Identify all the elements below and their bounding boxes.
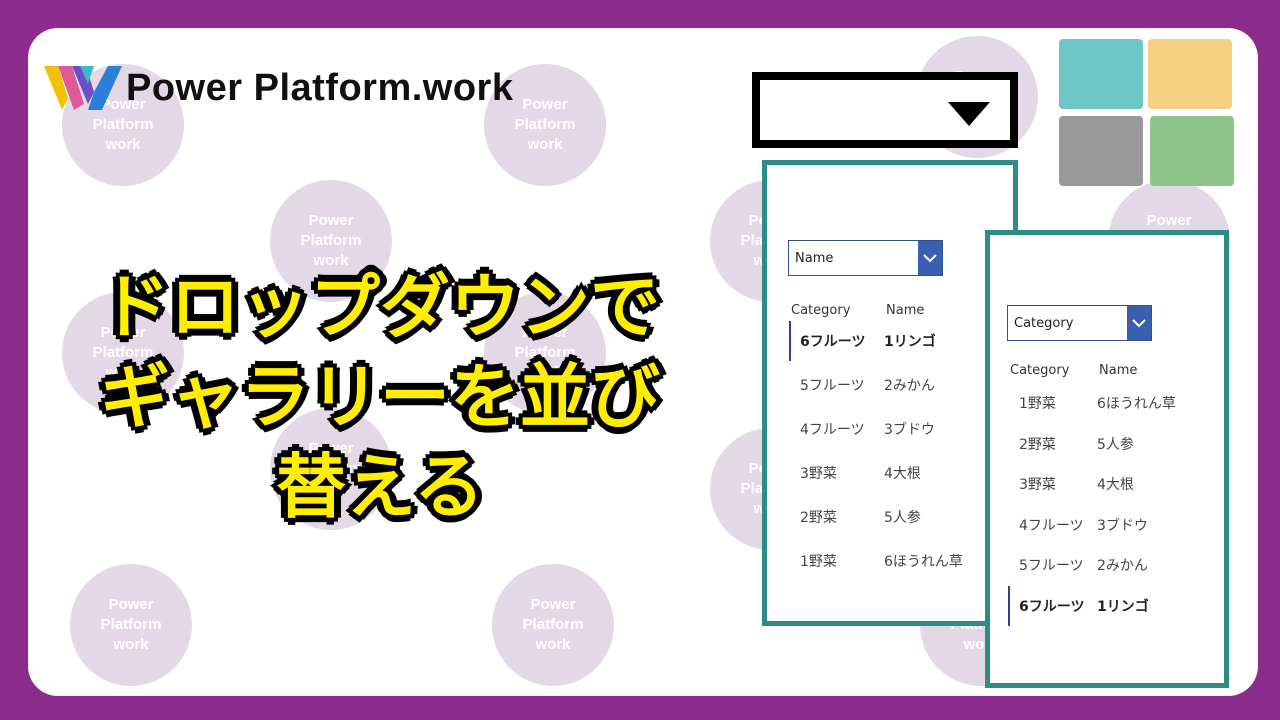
gallery-row[interactable]: 1野菜 6ほうれん草 bbox=[767, 541, 1013, 581]
gallery-row[interactable]: 3野菜 4大根 bbox=[767, 453, 1013, 493]
name-cell: 1リンゴ bbox=[884, 334, 936, 350]
category-cell: 2野菜 bbox=[800, 510, 837, 526]
sort-dropdown[interactable]: Name bbox=[788, 240, 943, 276]
sort-dropdown[interactable]: Category bbox=[1007, 305, 1152, 341]
name-cell: 3ブドウ bbox=[1097, 517, 1148, 534]
watermark-logo: Power Platform work bbox=[492, 564, 614, 686]
name-cell: 4大根 bbox=[1097, 477, 1134, 494]
gallery-row[interactable]: 2野菜 5人参 bbox=[990, 424, 1224, 464]
category-cell: 3野菜 bbox=[800, 466, 837, 482]
headline-title: ドロップダウンで ギャラリーを並び 替える bbox=[0, 262, 760, 532]
name-cell: 1リンゴ bbox=[1097, 599, 1149, 615]
name-cell: 5人参 bbox=[1097, 436, 1134, 453]
category-cell: 3野菜 bbox=[1019, 477, 1056, 494]
name-cell: 3ブドウ bbox=[884, 422, 935, 438]
column-header-category: Category bbox=[791, 303, 851, 318]
dropdown-value: Name bbox=[795, 250, 834, 266]
gallery-card-by-category: Category Category Name 1野菜 6ほうれん草 2野菜 5人参 3野… bbox=[985, 230, 1229, 688]
chevron-down-icon[interactable] bbox=[918, 241, 942, 275]
category-cell: 5フルーツ bbox=[1019, 558, 1084, 575]
headline-line-1: ドロップダウンで bbox=[98, 264, 662, 350]
dropdown-value: Category bbox=[1014, 315, 1074, 331]
triangle-down-icon bbox=[948, 102, 990, 126]
category-cell: 6フルーツ bbox=[800, 334, 866, 350]
gallery-row[interactable]: 5フルーツ 2みかん bbox=[767, 365, 1013, 405]
gallery-row[interactable]: 4フルーツ 3ブドウ bbox=[990, 505, 1224, 545]
category-cell: 4フルーツ bbox=[800, 422, 865, 438]
site-logo: Power Platform.work bbox=[44, 64, 513, 112]
category-cell: 5フルーツ bbox=[800, 378, 865, 394]
name-cell: 2みかん bbox=[1097, 558, 1148, 575]
gallery-row[interactable]: 5フルーツ 2みかん bbox=[990, 545, 1224, 585]
headline-line-2: ギャラリーを並び bbox=[98, 354, 662, 440]
name-cell: 6ほうれん草 bbox=[884, 554, 963, 570]
column-header-name: Name bbox=[1099, 363, 1138, 378]
category-cell: 6フルーツ bbox=[1019, 599, 1085, 615]
column-header-name: Name bbox=[886, 303, 925, 318]
gallery-row[interactable]: 6フルーツ 1リンゴ bbox=[767, 321, 1013, 361]
gallery-row[interactable]: 2野菜 5人参 bbox=[767, 497, 1013, 537]
name-cell: 6ほうれん草 bbox=[1097, 396, 1176, 412]
column-header-category: Category bbox=[1010, 363, 1070, 378]
gallery-row[interactable]: 1野菜 6ほうれん草 bbox=[990, 383, 1224, 423]
name-cell: 2みかん bbox=[884, 378, 935, 394]
headline-line-3: 替える bbox=[274, 444, 486, 530]
category-cell: 1野菜 bbox=[1019, 396, 1056, 412]
watermark-logo: Power Platform work bbox=[70, 564, 192, 686]
gallery-row[interactable]: 6フルーツ 1リンゴ bbox=[990, 586, 1224, 626]
teal-tile bbox=[1059, 39, 1143, 109]
yellow-tile bbox=[1148, 39, 1232, 109]
logo-text: Power Platform.work bbox=[126, 66, 514, 109]
gallery-row[interactable]: 4フルーツ 3ブドウ bbox=[767, 409, 1013, 449]
dropdown-illustration bbox=[752, 72, 1018, 148]
selected-row-indicator bbox=[1008, 586, 1010, 626]
selected-row-indicator bbox=[789, 321, 791, 361]
gallery-card-by-name: Name Category Name 6フルーツ 1リンゴ 5フルーツ 2みかん 4フル… bbox=[762, 160, 1018, 626]
category-cell: 1野菜 bbox=[800, 554, 837, 570]
chevron-down-icon[interactable] bbox=[1127, 306, 1151, 340]
gray-tile bbox=[1059, 116, 1143, 186]
green-tile bbox=[1150, 116, 1234, 186]
gallery-row[interactable]: 3野菜 4大根 bbox=[990, 464, 1224, 504]
name-cell: 5人参 bbox=[884, 510, 921, 526]
logo-mark-icon bbox=[44, 66, 122, 110]
category-cell: 2野菜 bbox=[1019, 436, 1056, 453]
name-cell: 4大根 bbox=[884, 466, 921, 482]
category-cell: 4フルーツ bbox=[1019, 517, 1084, 534]
